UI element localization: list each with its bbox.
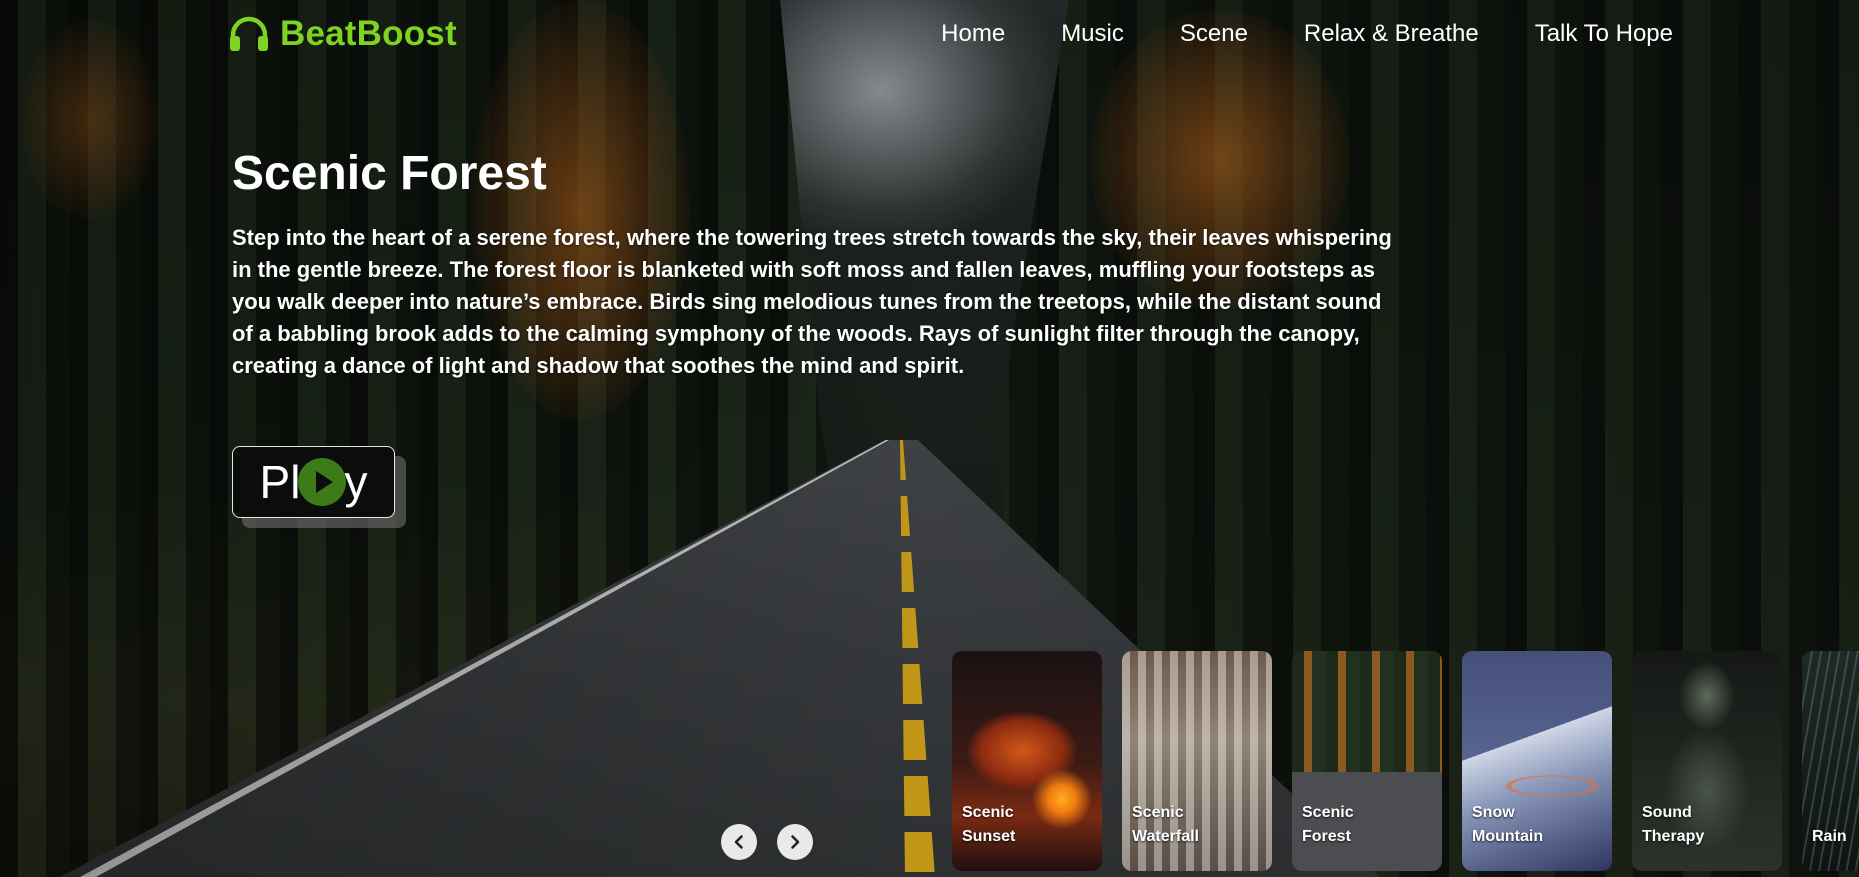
- scene-card-label-line1: Scenic: [1132, 804, 1184, 821]
- header: BeatBoost Home Music Scene Relax & Breat…: [0, 0, 1859, 72]
- scene-card-label-line2: Therapy: [1642, 828, 1705, 845]
- scene-card-label-line2: Forest: [1302, 828, 1351, 845]
- scene-card-scenic-sunset[interactable]: Scenic Sunset: [952, 651, 1102, 871]
- carousel-next-button[interactable]: [777, 824, 813, 860]
- brand-logo-link[interactable]: BeatBoost: [228, 14, 457, 54]
- nav-music[interactable]: Music: [1061, 20, 1124, 48]
- scene-card-scenic-waterfall[interactable]: Scenic Waterfall: [1122, 651, 1272, 871]
- scene-card-label-line2: Sunset: [962, 828, 1016, 845]
- nav-talk-to-hope[interactable]: Talk To Hope: [1535, 20, 1673, 48]
- scene-card-label: Scenic Sunset: [962, 801, 1015, 849]
- scene-card-label-line1: Snow: [1472, 804, 1515, 821]
- scene-carousel: Scenic Sunset Scenic Waterfall Scenic Fo…: [952, 651, 1859, 871]
- scene-card-label: Sound Therapy: [1642, 801, 1704, 849]
- nav-relax-breathe[interactable]: Relax & Breathe: [1304, 20, 1479, 48]
- hero-title: Scenic Forest: [232, 147, 547, 200]
- nav-home[interactable]: Home: [941, 20, 1005, 48]
- scene-card-label-line1: Scenic: [1302, 804, 1354, 821]
- headphones-icon: [230, 16, 268, 51]
- play-label-start: Pl: [259, 456, 301, 508]
- scene-card-snow-mountain[interactable]: Snow Mountain: [1462, 651, 1612, 871]
- play-button[interactable]: Pl y: [232, 446, 395, 518]
- play-label-end: y: [344, 456, 368, 508]
- scene-card-label-line1: Scenic: [962, 804, 1014, 821]
- play-icon: [298, 458, 347, 506]
- scene-card-label-line1: Sound: [1642, 804, 1692, 821]
- play-button-container: Pl y: [232, 446, 406, 528]
- scene-card-label-line2: Mountain: [1472, 828, 1544, 845]
- scene-card-rain[interactable]: Rain: [1802, 651, 1859, 871]
- scene-card-label: Snow Mountain: [1472, 801, 1543, 849]
- carousel-prev-button[interactable]: [721, 824, 757, 860]
- brand-name: BeatBoost: [280, 14, 457, 53]
- chevron-left-icon: [734, 835, 743, 849]
- hero-description: Step into the heart of a serene forest, …: [232, 225, 1392, 378]
- scene-card-label: Scenic Forest: [1302, 801, 1354, 849]
- nav-scene[interactable]: Scene: [1180, 20, 1248, 48]
- scene-card-sound-therapy[interactable]: Sound Therapy: [1632, 651, 1782, 871]
- scene-card-label: Rain: [1812, 825, 1847, 849]
- chevron-right-icon: [791, 835, 800, 849]
- scene-background: BeatBoost Home Music Scene Relax & Breat…: [0, 0, 1859, 877]
- main-nav: Home Music Scene Relax & Breathe Talk To…: [941, 20, 1673, 48]
- scene-card-scenic-forest[interactable]: Scenic Forest: [1292, 651, 1442, 871]
- scene-card-label-line1: Rain: [1812, 828, 1847, 845]
- scene-card-label-line2: Waterfall: [1132, 828, 1199, 845]
- scene-card-label: Scenic Waterfall: [1132, 801, 1199, 849]
